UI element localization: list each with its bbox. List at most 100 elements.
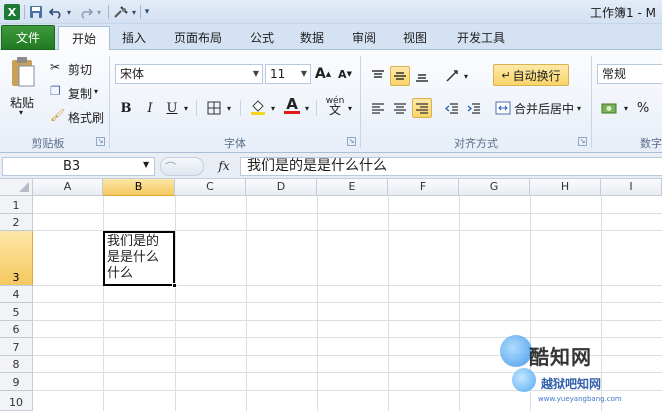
bold-button[interactable]: B [116, 98, 136, 118]
shrink-font-button[interactable]: A ▼ [336, 64, 354, 84]
orientation-button[interactable] [442, 66, 464, 86]
align-right-button[interactable] [412, 98, 432, 118]
tab-page-layout[interactable]: 页面布局 [160, 26, 236, 50]
fill-color-button[interactable] [247, 96, 269, 116]
clipboard-launcher-icon[interactable]: ↘ [96, 137, 105, 146]
paste-button[interactable]: 粘贴 ▾ [6, 56, 42, 118]
insert-function-button[interactable]: fx [210, 157, 238, 176]
cut-button[interactable]: ✂ 剪切 [50, 60, 100, 77]
font-size-value: 11 [270, 67, 286, 81]
clipboard-group-label: 剪贴板 [31, 137, 65, 150]
column-header-f[interactable]: F [388, 179, 459, 196]
align-bottom-button[interactable] [412, 66, 432, 86]
align-center-icon [394, 103, 406, 114]
tab-file[interactable]: 文件 [1, 25, 55, 50]
chevron-down-icon: ▼ [143, 160, 150, 169]
merge-dropdown-icon: ▾ [577, 103, 582, 113]
currency-button[interactable] [598, 98, 622, 118]
select-all-corner[interactable] [0, 179, 33, 196]
column-header-i[interactable]: I [601, 179, 662, 196]
wrap-text-button[interactable]: ↵ 自动换行 [493, 64, 569, 86]
underline-dropdown-icon[interactable]: ▾ [181, 98, 191, 118]
italic-button[interactable]: I [140, 98, 160, 118]
gridline [33, 372, 662, 373]
fill-handle[interactable] [172, 283, 177, 288]
column-header-a[interactable]: A [33, 179, 103, 196]
separator [240, 100, 241, 116]
cell-b3[interactable]: 我们是的是是什么什么 [103, 231, 175, 286]
border-icon [207, 101, 221, 115]
customize-dropdown-icon[interactable]: ▾ [130, 3, 138, 21]
font-launcher-icon[interactable]: ↘ [347, 137, 356, 146]
gridline [388, 196, 389, 411]
currency-icon [601, 103, 617, 114]
font-group-label: 字体 [224, 137, 246, 150]
tab-formulas[interactable]: 公式 [240, 26, 284, 50]
phonetic-button[interactable]: wén 文 [322, 96, 348, 117]
undo-icon[interactable] [48, 3, 64, 21]
underline-button[interactable]: U [163, 98, 181, 118]
align-left-button[interactable] [368, 98, 388, 118]
increase-indent-button[interactable] [464, 98, 484, 118]
separator [140, 5, 141, 19]
save-icon[interactable] [28, 3, 44, 21]
undo-dropdown-icon[interactable]: ▾ [64, 3, 74, 21]
copy-icon: ❐ [50, 84, 61, 98]
grow-font-button[interactable]: A ▲ [314, 64, 332, 84]
tab-developer[interactable]: 开发工具 [446, 26, 516, 50]
row-header-3[interactable]: 3 [0, 231, 33, 286]
tab-data[interactable]: 数据 [288, 26, 336, 50]
tab-view[interactable]: 视图 [392, 26, 438, 50]
font-name-combo[interactable]: 宋体 ▼ [115, 64, 263, 84]
formula-bar-splitter[interactable]: ⌒ [160, 157, 204, 176]
name-box[interactable]: B3 ▼ [2, 157, 155, 176]
font-color-button[interactable]: A [282, 94, 302, 114]
merge-label: 合并后居中 [514, 101, 575, 116]
tab-review[interactable]: 审阅 [340, 26, 388, 50]
row-header-6[interactable]: 6 [0, 321, 33, 338]
tab-insert[interactable]: 插入 [112, 26, 156, 50]
row-header-8[interactable]: 8 [0, 356, 33, 373]
quick-access-menu-icon[interactable]: ▾ [142, 3, 152, 21]
row-header-9[interactable]: 9 [0, 373, 33, 391]
excel-logo-icon: X [4, 4, 20, 20]
column-header-g[interactable]: G [459, 179, 530, 196]
merge-center-button[interactable]: 合并后居中 ▾ [495, 98, 585, 118]
font-size-combo[interactable]: 11 ▼ [265, 64, 311, 84]
align-center-button[interactable] [390, 98, 410, 118]
row-header-5[interactable]: 5 [0, 303, 33, 321]
scissors-icon: ✂ [50, 60, 61, 74]
column-header-e[interactable]: E [317, 179, 388, 196]
number-format-combo[interactable]: 常规 [597, 64, 662, 84]
align-top-button[interactable] [368, 66, 388, 86]
currency-dropdown-icon[interactable]: ▾ [622, 98, 630, 118]
format-painter-button[interactable]: 🖌 格式刷 [50, 108, 106, 125]
row-header-7[interactable]: 7 [0, 338, 33, 356]
alignment-launcher-icon[interactable]: ↘ [578, 137, 587, 146]
column-header-b[interactable]: B [103, 179, 175, 196]
border-dropdown-icon[interactable]: ▾ [224, 98, 234, 118]
align-middle-button[interactable] [390, 66, 410, 86]
redo-icon[interactable] [78, 3, 94, 21]
column-header-h[interactable]: H [530, 179, 601, 196]
font-color-dropdown-icon[interactable]: ▾ [302, 98, 312, 118]
row-header-4[interactable]: 4 [0, 286, 33, 303]
percent-button[interactable]: % [634, 98, 652, 118]
phonetic-dropdown-icon[interactable]: ▾ [346, 98, 354, 118]
column-header-c[interactable]: C [175, 179, 246, 196]
row-header-1[interactable]: 1 [0, 196, 33, 214]
decrease-indent-button[interactable] [442, 98, 462, 118]
border-button[interactable] [204, 98, 224, 118]
row-header-2[interactable]: 2 [0, 214, 33, 231]
gridline [103, 196, 104, 411]
brush-icon[interactable] [112, 3, 130, 21]
paste-dropdown-icon: ▾ [19, 108, 24, 117]
fill-color-dropdown-icon[interactable]: ▾ [268, 98, 278, 118]
tab-home[interactable]: 开始 [58, 26, 110, 51]
orientation-dropdown-icon[interactable]: ▾ [462, 66, 470, 86]
row-header-10[interactable]: 10 [0, 391, 33, 411]
formula-input[interactable]: 我们是的是是什么什么 [240, 157, 662, 176]
redo-dropdown-icon[interactable]: ▾ [94, 3, 104, 21]
column-header-d[interactable]: D [246, 179, 317, 196]
copy-button[interactable]: ❐ 复制 ▾ [50, 84, 100, 101]
